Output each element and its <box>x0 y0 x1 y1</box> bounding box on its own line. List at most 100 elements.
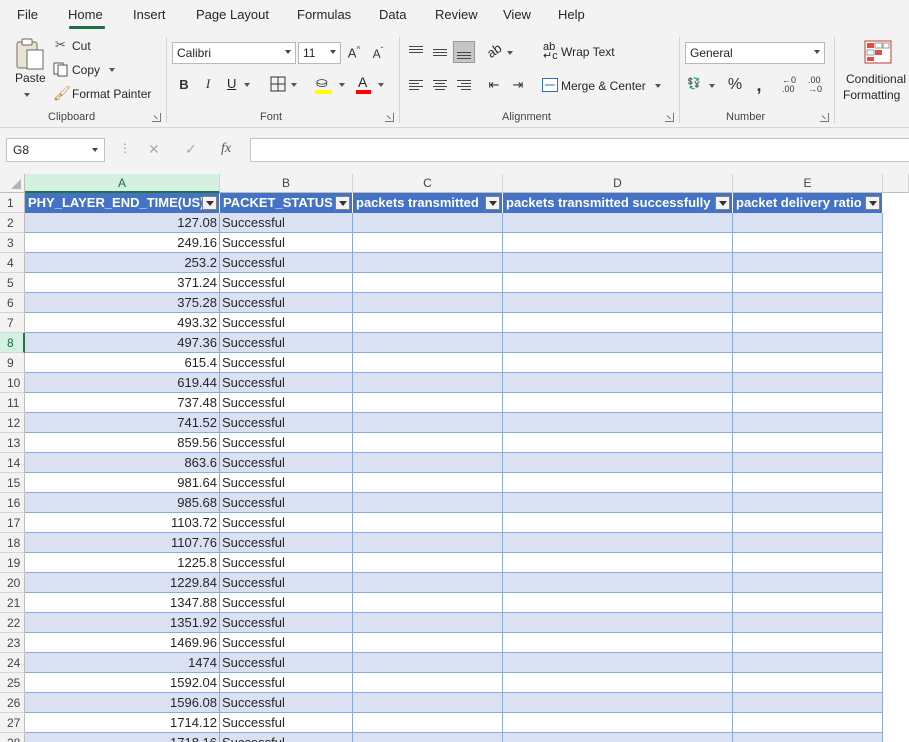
table-cell[interactable] <box>353 373 503 393</box>
table-cell[interactable] <box>503 373 733 393</box>
table-cell[interactable] <box>353 393 503 413</box>
table-cell[interactable] <box>503 673 733 693</box>
table-cell[interactable] <box>353 293 503 313</box>
clipboard-launcher-icon[interactable] <box>152 113 161 122</box>
table-cell[interactable] <box>353 553 503 573</box>
table-cell[interactable]: 859.56 <box>25 433 220 453</box>
table-cell[interactable]: Successful <box>220 653 353 673</box>
table-cell[interactable]: Successful <box>220 333 353 353</box>
menu-page-layout[interactable]: Page Layout <box>196 7 269 22</box>
align-left-button[interactable] <box>406 74 426 96</box>
column-header-blank[interactable] <box>883 174 909 193</box>
column-header-e[interactable]: E <box>733 174 883 193</box>
table-cell[interactable]: Successful <box>220 493 353 513</box>
accounting-format-button[interactable]: 💱 <box>687 74 719 96</box>
table-cell[interactable] <box>733 213 883 233</box>
table-cell[interactable] <box>353 353 503 373</box>
table-cell[interactable] <box>353 473 503 493</box>
menu-review[interactable]: Review <box>435 7 478 22</box>
row-header-17[interactable]: 17 <box>0 513 25 533</box>
table-cell[interactable] <box>353 253 503 273</box>
table-cell[interactable] <box>733 433 883 453</box>
table-cell[interactable]: 737.48 <box>25 393 220 413</box>
menu-home[interactable]: Home <box>68 7 103 22</box>
table-cell[interactable]: 615.4 <box>25 353 220 373</box>
table-cell[interactable]: Successful <box>220 693 353 713</box>
table-cell[interactable]: Successful <box>220 673 353 693</box>
row-header-24[interactable]: 24 <box>0 653 25 673</box>
filter-dropdown-icon[interactable] <box>715 196 730 210</box>
fill-color-button[interactable]: ⛀ <box>313 73 349 95</box>
filter-dropdown-icon[interactable] <box>335 196 350 210</box>
menu-formulas[interactable]: Formulas <box>297 7 351 22</box>
row-header-23[interactable]: 23 <box>0 633 25 653</box>
table-cell[interactable] <box>733 353 883 373</box>
table-cell[interactable]: Successful <box>220 233 353 253</box>
table-cell[interactable]: 253.2 <box>25 253 220 273</box>
table-cell[interactable]: 1229.84 <box>25 573 220 593</box>
table-cell[interactable] <box>503 233 733 253</box>
table-cell[interactable]: 1596.08 <box>25 693 220 713</box>
table-cell[interactable] <box>353 653 503 673</box>
table-cell[interactable] <box>503 733 733 742</box>
table-cell[interactable]: Successful <box>220 213 353 233</box>
table-cell[interactable] <box>353 413 503 433</box>
table-cell[interactable] <box>353 273 503 293</box>
table-cell[interactable]: 1225.8 <box>25 553 220 573</box>
table-cell[interactable]: 1351.92 <box>25 613 220 633</box>
table-cell[interactable]: Successful <box>220 293 353 313</box>
row-header-16[interactable]: 16 <box>0 493 25 513</box>
table-cell[interactable] <box>353 513 503 533</box>
increase-font-size-button[interactable]: A^ <box>345 42 363 64</box>
table-cell[interactable]: 981.64 <box>25 473 220 493</box>
table-cell[interactable] <box>353 313 503 333</box>
table-cell[interactable] <box>733 633 883 653</box>
table-cell[interactable] <box>733 593 883 613</box>
row-header-28[interactable]: 28 <box>0 733 25 742</box>
table-cell[interactable] <box>733 413 883 433</box>
table-cell[interactable]: Successful <box>220 313 353 333</box>
table-cell[interactable]: 493.32 <box>25 313 220 333</box>
font-color-button[interactable]: A <box>354 73 388 95</box>
table-cell[interactable] <box>353 593 503 613</box>
table-cell[interactable]: 1718.16 <box>25 733 220 742</box>
table-cell[interactable]: 375.28 <box>25 293 220 313</box>
formula-input[interactable] <box>250 138 909 162</box>
table-cell[interactable] <box>503 313 733 333</box>
table-cell[interactable]: 1474 <box>25 653 220 673</box>
row-header-2[interactable]: 2 <box>0 213 25 233</box>
table-cell[interactable]: Successful <box>220 433 353 453</box>
table-cell[interactable]: Successful <box>220 353 353 373</box>
table-cell[interactable]: Successful <box>220 473 353 493</box>
row-header-5[interactable]: 5 <box>0 273 25 293</box>
filter-dropdown-icon[interactable] <box>485 196 500 210</box>
row-header-1[interactable]: 1 <box>0 193 25 213</box>
italic-button[interactable]: I <box>200 73 216 95</box>
column-header-b[interactable]: B <box>220 174 353 193</box>
table-cell[interactable] <box>353 433 503 453</box>
row-header-26[interactable]: 26 <box>0 693 25 713</box>
percent-button[interactable]: % <box>725 74 745 96</box>
table-cell[interactable] <box>503 273 733 293</box>
column-header-d[interactable]: D <box>503 174 733 193</box>
align-right-button[interactable] <box>454 74 474 96</box>
table-cell[interactable]: 249.16 <box>25 233 220 253</box>
table-cell[interactable]: Successful <box>220 533 353 553</box>
table-cell[interactable] <box>733 313 883 333</box>
table-cell[interactable]: 1714.12 <box>25 713 220 733</box>
table-cell[interactable] <box>733 273 883 293</box>
menu-file[interactable]: File <box>17 7 38 22</box>
table-cell[interactable] <box>503 453 733 473</box>
table-cell[interactable] <box>733 393 883 413</box>
row-header-18[interactable]: 18 <box>0 533 25 553</box>
paste-button[interactable]: Paste <box>10 35 48 101</box>
table-cell[interactable] <box>733 453 883 473</box>
table-cell[interactable]: 741.52 <box>25 413 220 433</box>
bold-button[interactable]: B <box>176 73 192 95</box>
table-cell[interactable]: Successful <box>220 613 353 633</box>
table-cell[interactable] <box>353 213 503 233</box>
row-header-21[interactable]: 21 <box>0 593 25 613</box>
table-cell[interactable]: Successful <box>220 593 353 613</box>
table-cell[interactable] <box>353 613 503 633</box>
table-cell[interactable]: 1592.04 <box>25 673 220 693</box>
